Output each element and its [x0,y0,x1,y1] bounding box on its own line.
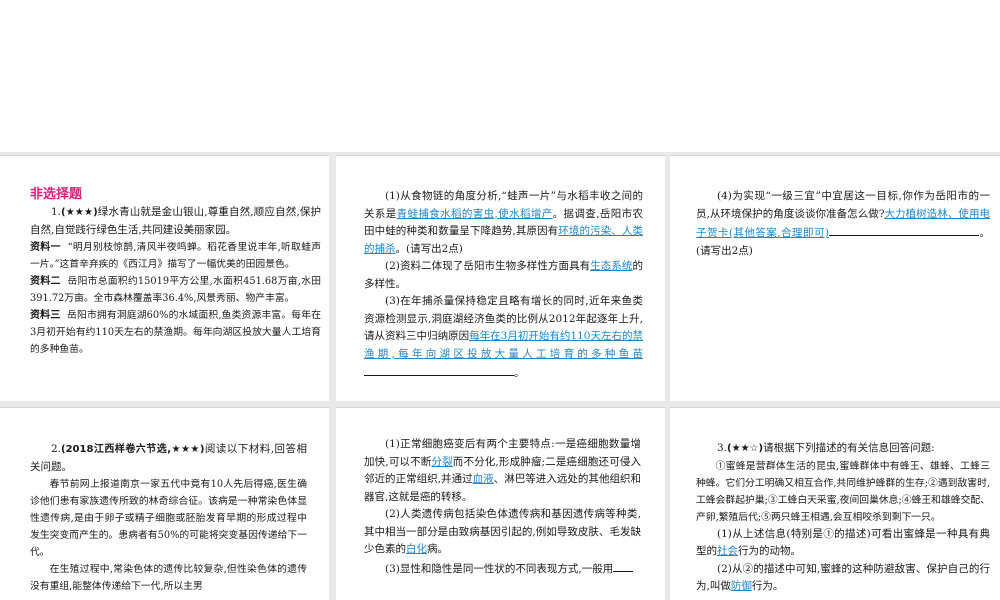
answer-blank [364,363,514,376]
answer-text: 分裂 [431,455,453,468]
slide-question-1-part-4: (4)为实现“一级三宜”中宜居这一目标,你作为岳阳市的一员,从环境保护的角度谈谈… [670,155,1000,401]
part-1: (1)正常细胞癌变后有两个主要特点:一是癌细胞数量增加快,可以不断分裂而不分化,… [364,438,642,503]
material-paragraph: ①蜜蜂是营群体生活的昆虫,蜜蜂群体中有蜂王、雄蜂、工蜂三种蜂。它们分工明确又相互… [696,460,990,523]
slide-question-2-material: 2.(2018江西样卷六节选,★★★)阅读以下材料,回答相关问题。 春节前网上报… [0,407,329,600]
part-2: (2)从②的描述中可知,蜜蜂的这种防避敌害、保护自己的行为,叫做防御行为。 [696,562,990,593]
material-label: 资料三 [30,310,61,321]
answer-text: 青蛙捕食水稻的害虫,使水稻增产 [396,207,553,220]
answer-text: 白化 [406,543,427,555]
question-1-stem: 1.(★★★)绿水青山就是金山银山,尊重自然,顺应自然,保护自然,自觉践行绿色生… [30,206,321,236]
section-heading: 非选择题 [30,187,83,202]
slide-question-1-materials: 非选择题 1.(★★★)绿水青山就是金山银山,尊重自然,顺应自然,保护自然,自觉… [0,155,329,401]
part-3: (3)显性和隐性是同一性状的不同表现方式,一般用 [364,559,641,579]
material-3: 资料三 岳阳市拥有洞庭湖60%的水域面积,鱼类资源丰富。每年在3月初开始有约11… [30,310,322,355]
answer-text: 生态系统 [590,260,633,272]
answer-text: 社会 [717,545,738,557]
answer-blank [613,559,634,572]
slide-question-2-parts: (1)正常细胞癌变后有两个主要特点:一是癌细胞数量增加快,可以不断分裂而不分化,… [336,407,665,600]
part-1: (1)从上述信息(特别是①的描述)可看出蜜蜂是一种具有典型的社会行为的动物。 [696,527,990,558]
material-1: 资料一 “明月别枝惊鹊,清风半夜鸣蝉。稻花香里说丰年,听取蛙声一片。”这首辛弃疾… [30,242,321,270]
question-2-stem: 2.(2018江西样卷六节选,★★★)阅读以下材料,回答相关问题。 [30,443,307,473]
material-label: 资料二 [30,276,61,287]
answer-blank [829,223,980,236]
part-1: (1)从食物链的角度分析,“蛙声一片”与水稻丰收之间的关系是青蛙捕食水稻的害虫,… [364,190,643,255]
slide-question-1-parts-1-3: (1)从食物链的角度分析,“蛙声一片”与水稻丰收之间的关系是青蛙捕食水稻的害虫,… [336,155,665,401]
material-paragraph: 在生殖过程中,常染色体的遗传比较复杂,但性染色体的遗传没有重组,能整体传递给下一… [30,564,307,592]
material-paragraph: 春节前网上报道南京一家五代中竟有10人先后得癌,医生确诊他们患有家族遗传所致的林… [30,479,307,558]
question-3-stem: 3.(★★☆)请根据下列描述的有关信息回答问题: [717,442,935,454]
part-4: (4)为实现“一级三宜”中宜居这一目标,你作为岳阳市的一员,从环境保护的角度谈谈… [696,190,991,257]
answer-text: 防御 [730,580,752,592]
part-3: (3)在年捕杀量保持稳定且略有增长的同时,近年来鱼类资源检测显示,洞庭湖经济鱼类… [364,295,643,379]
slide-question-3: 3.(★★☆)请根据下列描述的有关信息回答问题: ①蜜蜂是营群体生活的昆虫,蜜蜂… [670,407,1000,600]
material-2: 资料二 岳阳市总面积约15019平方公里,水面积451.68万亩,水田391.7… [30,276,321,304]
material-label: 资料一 [30,242,61,253]
part-2: (2)资料二体现了岳阳市生物多样性方面具有生态系统的多样性。 [364,260,644,290]
blank-top-area [0,0,1000,152]
part-2: (2)人类遗传病包括染色体遗传病和基因遗传病等种类,其中相当一部分是由致病基因引… [364,508,641,555]
answer-text: 血液 [472,473,494,485]
